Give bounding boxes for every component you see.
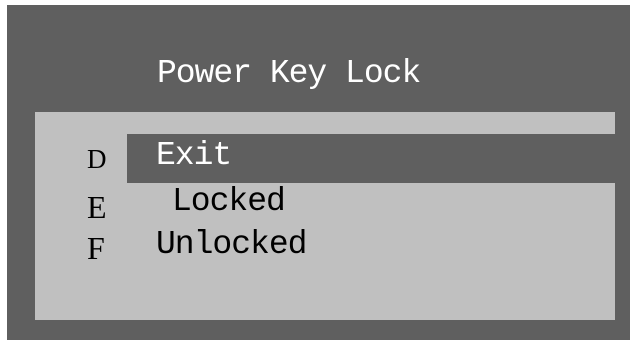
menu-item-label: Exit xyxy=(156,137,232,174)
menu-item-key: E xyxy=(87,189,107,225)
menu-item-key: F xyxy=(87,230,105,266)
menu-item-label: Locked xyxy=(172,183,286,220)
menu-item-key: D xyxy=(87,144,107,174)
menu-screen: Power Key Lock D Exit E Locked F Unlocke… xyxy=(7,5,630,340)
menu-item-label: Unlocked xyxy=(156,226,307,263)
menu-panel: D Exit E Locked F Unlocked xyxy=(35,112,615,320)
menu-title: Power Key Lock xyxy=(157,55,421,92)
